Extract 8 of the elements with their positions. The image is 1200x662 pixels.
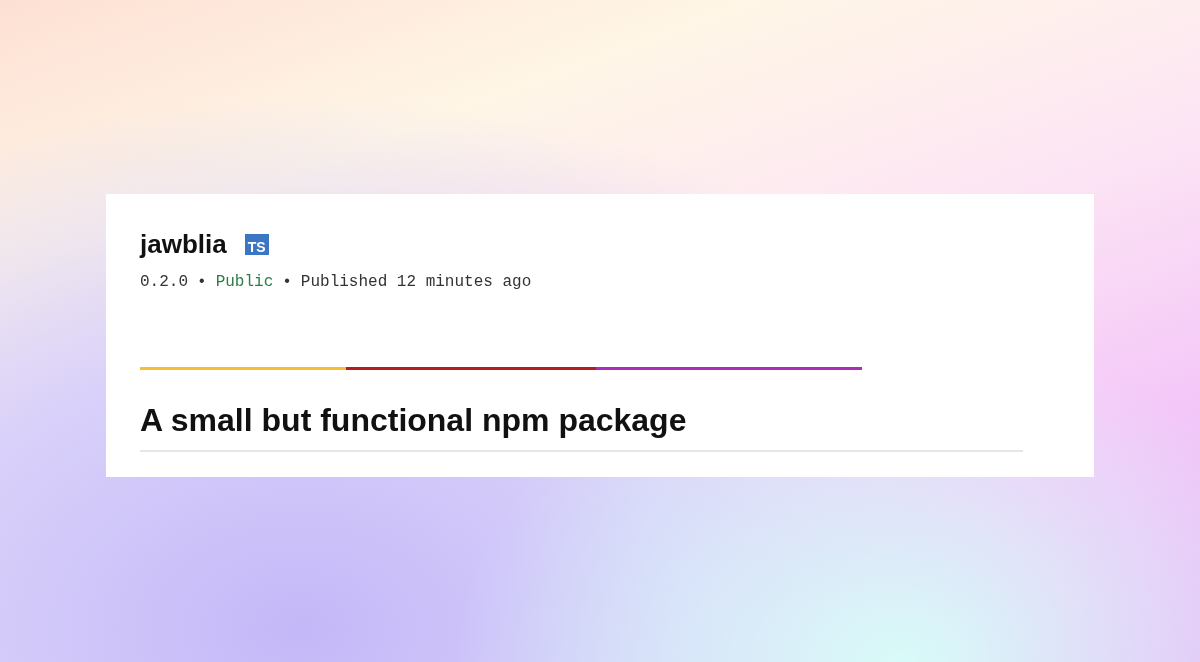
separator-dot: •: [282, 272, 292, 293]
meta-text: 0.2.0: [140, 272, 188, 293]
separator-dot: •: [197, 272, 207, 293]
meta-text: Published 12 minutes ago: [300, 272, 532, 293]
readme-heading: A small but functional npm package: [140, 401, 688, 440]
visibility-label: Public: [215, 272, 274, 293]
typescript-badge: TS: [244, 233, 269, 255]
package-name: jawblia: [140, 227, 227, 261]
